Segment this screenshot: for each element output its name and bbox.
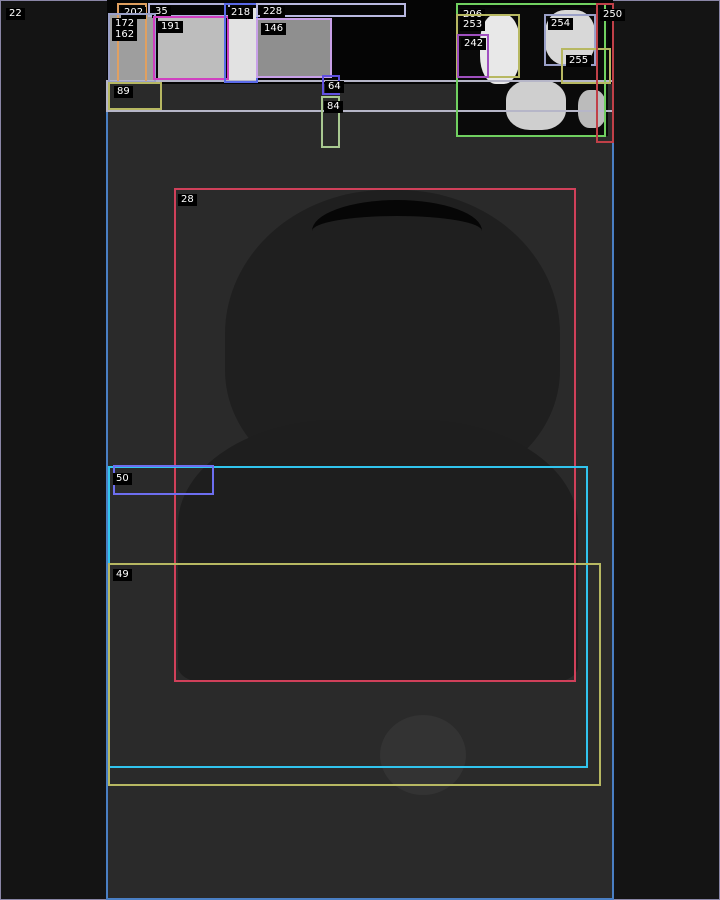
- region-50: 50: [113, 465, 214, 495]
- region-label: 254: [548, 18, 574, 30]
- region-64: 64: [322, 75, 344, 95]
- region-label: 228: [260, 6, 286, 18]
- region-label: 218: [228, 7, 254, 19]
- region-250: 250: [596, 3, 626, 143]
- region-84: 84: [321, 96, 343, 148]
- region-label: 191: [158, 21, 184, 33]
- region-label: 64: [325, 81, 344, 93]
- region-35: 35: [148, 3, 230, 18]
- region-label: 242: [461, 38, 487, 50]
- region-89: 89: [108, 82, 162, 110]
- region-label: 255: [566, 55, 592, 67]
- region-label: 146: [261, 23, 287, 35]
- region-146: 146: [256, 18, 332, 78]
- region-label: 22: [6, 8, 25, 20]
- region-228: 228: [256, 3, 406, 18]
- region-label: 50: [113, 473, 132, 485]
- region-242: 242: [457, 34, 489, 78]
- region-172: 172 162: [108, 13, 156, 83]
- region-191: 191: [153, 16, 229, 80]
- region-label: 253: [460, 19, 486, 31]
- region-label: 28: [178, 194, 197, 206]
- region-label: 89: [114, 86, 133, 98]
- region-218: 218: [224, 3, 258, 83]
- region-label: 84: [324, 101, 343, 113]
- region-49: 49: [108, 563, 601, 786]
- region-label: 162: [112, 29, 138, 41]
- region-label: 49: [113, 569, 132, 581]
- region-label: 250: [600, 9, 626, 21]
